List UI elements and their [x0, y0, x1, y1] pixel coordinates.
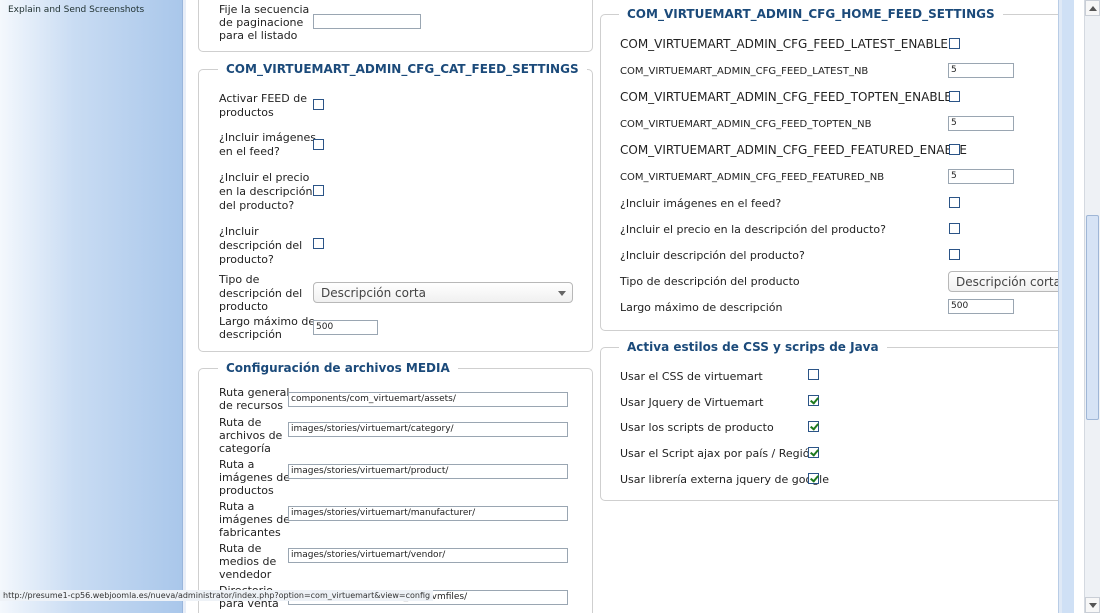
home-desc-label: ¿Incluir descripción del producto?: [620, 249, 805, 262]
home-precio-label: ¿Incluir el precio en la descripción del…: [620, 223, 886, 236]
pagination-label-3: para el listado: [219, 29, 298, 42]
google-label: Usar librería externa jquery de google: [620, 473, 830, 486]
scripts-checkbox[interactable]: [808, 421, 819, 432]
media-row-label-1: Ruta a: [219, 500, 255, 513]
media-row-label-1: Ruta de: [219, 542, 262, 555]
google-checkbox[interactable]: [808, 473, 819, 484]
arrow-up-icon: [1089, 6, 1097, 11]
media-row-label-1: Ruta general: [219, 386, 290, 399]
tipo-desc-label-3: producto: [219, 300, 269, 313]
largo-max-input[interactable]: 500: [313, 320, 378, 335]
incluir-imagenes-checkbox[interactable]: [313, 139, 324, 150]
latest-nb-label: COM_VIRTUEMART_ADMIN_CFG_FEED_LATEST_NB: [620, 66, 869, 77]
media-row-label-1: Ruta a: [219, 458, 255, 471]
media-row-label-1: Ruta de: [219, 416, 262, 429]
jquery-label: Usar Jquery de Virtuemart: [620, 396, 764, 409]
media-path-input[interactable]: components/com_virtuemart/assets/: [288, 392, 568, 407]
incluir-precio-checkbox[interactable]: [313, 185, 324, 196]
home-imagenes-label: ¿Incluir imágenes en el feed?: [620, 197, 782, 210]
media-row-label-2: medios de: [219, 555, 277, 568]
media-row-label-2: archivos de: [219, 429, 283, 442]
incluir-precio-label-2: en la descripción: [219, 185, 313, 198]
topten-nb-label: COM_VIRTUEMART_ADMIN_CFG_FEED_TOPTEN_NB: [620, 119, 872, 130]
media-row-label-3: fabricantes: [219, 526, 281, 539]
topten-nb-input[interactable]: 5: [948, 116, 1014, 131]
media-row-label-3: productos: [219, 484, 274, 497]
incluir-desc-checkbox[interactable]: [313, 238, 324, 249]
side-panel-bar: [1062, 0, 1074, 613]
tipo-desc-select[interactable]: Descripción corta: [313, 282, 573, 303]
pagination-label-1: Fije la secuencia: [219, 3, 310, 16]
cat-feed-legend: COM_VIRTUEMART_ADMIN_CFG_CAT_FEED_SETTIN…: [218, 62, 587, 76]
scroll-thumb[interactable]: [1086, 215, 1099, 420]
home-tipo-value: Descripción corta: [956, 275, 1061, 289]
latest-nb-input[interactable]: 5: [948, 63, 1014, 78]
topten-enable-checkbox[interactable]: [949, 91, 960, 102]
tipo-desc-label-1: Tipo de: [219, 273, 260, 286]
css-label: Usar el CSS de virtuemart: [620, 370, 763, 383]
chevron-down-icon: [558, 291, 566, 296]
featured-nb-label: COM_VIRTUEMART_ADMIN_CFG_FEED_FEATURED_N…: [620, 172, 885, 183]
latest-enable-checkbox[interactable]: [949, 38, 960, 49]
sidebar: [0, 0, 186, 613]
incluir-precio-label-3: del producto?: [219, 199, 295, 212]
home-feed-legend: COM_VIRTUEMART_ADMIN_CFG_HOME_FEED_SETTI…: [619, 7, 1003, 21]
media-path-input[interactable]: images/stories/virtuemart/product/: [288, 464, 568, 479]
scroll-down-button[interactable]: [1085, 597, 1100, 613]
incluir-desc-label-3: producto?: [219, 253, 274, 266]
status-url: http://presume1-cp56.webjoomla.es/nueva/…: [0, 590, 434, 601]
ajax-checkbox[interactable]: [808, 447, 819, 458]
media-path-input[interactable]: images/stories/virtuemart/category/: [288, 422, 568, 437]
vertical-scrollbar[interactable]: [1084, 0, 1100, 613]
css-js-legend: Activa estilos de CSS y scrips de Java: [619, 340, 887, 354]
home-desc-checkbox[interactable]: [949, 249, 960, 260]
incluir-imagenes-label-1: ¿Incluir imágenes: [219, 131, 316, 144]
media-path-input[interactable]: images/stories/virtuemart/manufacturer/: [288, 506, 568, 521]
home-imagenes-checkbox[interactable]: [949, 197, 960, 208]
scroll-up-button[interactable]: [1085, 0, 1100, 16]
featured-nb-input[interactable]: 5: [948, 169, 1014, 184]
activar-feed-label-1: Activar FEED de: [219, 92, 307, 105]
css-checkbox[interactable]: [808, 369, 819, 380]
media-row-label-2: imágenes de: [219, 513, 290, 526]
jquery-checkbox[interactable]: [808, 395, 819, 406]
arrow-down-icon: [1089, 603, 1097, 608]
activar-feed-checkbox[interactable]: [313, 99, 324, 110]
media-row-label-3: categoría: [219, 442, 271, 455]
home-tipo-label: Tipo de descripción del producto: [620, 275, 800, 288]
media-row-label-2: imágenes de: [219, 471, 290, 484]
sidebar-edge: [182, 0, 186, 613]
media-row-label-3: vendedor: [219, 568, 272, 581]
incluir-desc-label-2: descripción del: [219, 239, 303, 252]
tipo-desc-value: Descripción corta: [321, 286, 426, 300]
featured-enable-checkbox[interactable]: [949, 144, 960, 155]
media-row-label-2: de recursos: [219, 399, 284, 412]
tipo-desc-label-2: descripción del: [219, 287, 303, 300]
incluir-desc-label-1: ¿Incluir: [219, 225, 259, 238]
home-largo-label: Largo máximo de descripción: [620, 301, 783, 314]
ajax-label: Usar el Script ajax por país / Región: [620, 447, 817, 460]
largo-max-label-2: descripción: [219, 328, 282, 341]
home-tipo-select[interactable]: Descripción corta: [948, 271, 1068, 292]
incluir-imagenes-label-2: en el feed?: [219, 145, 280, 158]
latest-enable-label: COM_VIRTUEMART_ADMIN_CFG_FEED_LATEST_ENA…: [620, 37, 949, 51]
pagination-label-2: de paginacione: [219, 16, 304, 29]
featured-enable-label: COM_VIRTUEMART_ADMIN_CFG_FEED_FEATURED_E…: [620, 143, 967, 157]
pagination-input[interactable]: [313, 14, 421, 29]
media-path-input[interactable]: images/stories/virtuemart/vendor/: [288, 548, 568, 563]
home-largo-input[interactable]: 500: [948, 299, 1014, 314]
topten-enable-label: COM_VIRTUEMART_ADMIN_CFG_FEED_TOPTEN_ENA…: [620, 90, 952, 104]
incluir-precio-label-1: ¿Incluir el precio: [219, 171, 310, 184]
home-precio-checkbox[interactable]: [949, 223, 960, 234]
media-legend: Configuración de archivos MEDIA: [218, 361, 458, 375]
scripts-label: Usar los scripts de producto: [620, 421, 774, 434]
largo-max-label-1: Largo máximo de: [219, 315, 316, 328]
activar-feed-label-2: productos: [219, 106, 274, 119]
explain-screenshots-link[interactable]: Explain and Send Screenshots: [8, 5, 144, 15]
